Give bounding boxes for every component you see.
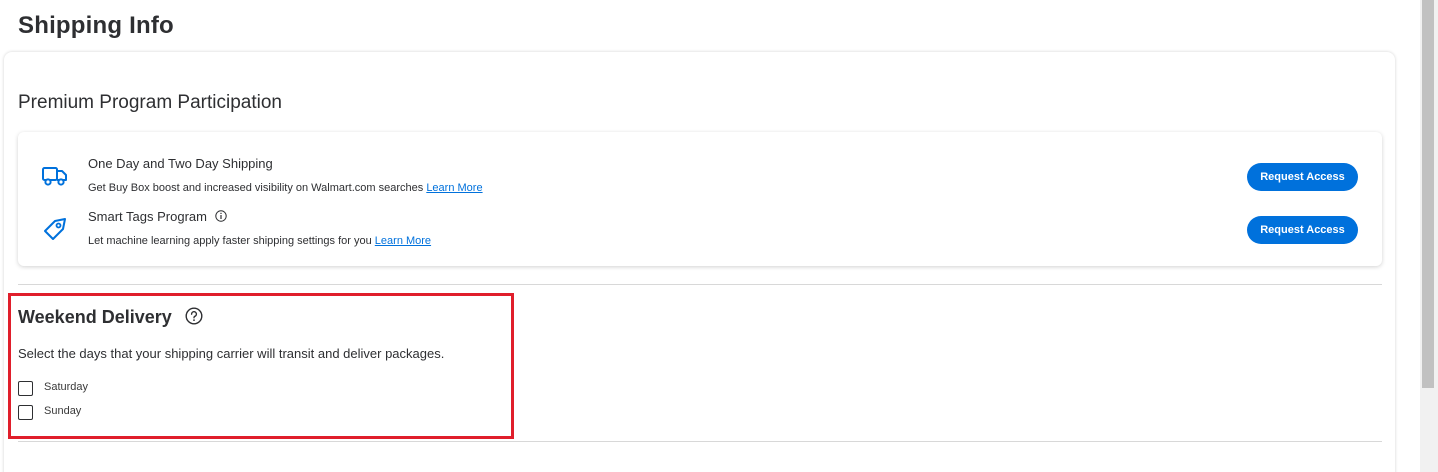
scrollbar[interactable] xyxy=(1420,0,1438,472)
premium-section-title: Premium Program Participation xyxy=(18,92,282,113)
weekend-delivery-title: Weekend Delivery xyxy=(18,307,203,330)
sunday-label[interactable]: Sunday xyxy=(44,405,81,417)
weekend-delivery-title-text: Weekend Delivery xyxy=(18,307,172,327)
learn-more-link[interactable]: Learn More xyxy=(375,235,431,247)
saturday-label[interactable]: Saturday xyxy=(44,381,88,393)
tag-icon xyxy=(40,215,70,243)
request-access-button[interactable]: Request Access xyxy=(1247,216,1358,244)
program-description: Get Buy Box boost and increased visibili… xyxy=(88,182,483,194)
scrollbar-thumb[interactable] xyxy=(1422,0,1434,388)
sunday-checkbox[interactable] xyxy=(18,405,33,420)
program-name-text: Smart Tags Program xyxy=(88,209,207,224)
shipping-card: Premium Program Participation One Day an… xyxy=(4,52,1395,472)
program-name: One Day and Two Day Shipping xyxy=(88,156,273,171)
saturday-checkbox[interactable] xyxy=(18,381,33,396)
request-access-button[interactable]: Request Access xyxy=(1247,163,1358,191)
program-description-text: Let machine learning apply faster shippi… xyxy=(88,235,372,247)
weekend-delivery-description: Select the days that your shipping carri… xyxy=(18,346,445,361)
truck-icon xyxy=(40,162,70,190)
page-title: Shipping Info xyxy=(18,12,174,39)
help-icon[interactable] xyxy=(185,307,203,330)
section-divider xyxy=(18,284,1382,285)
program-row-shipping: One Day and Two Day Shipping Get Buy Box… xyxy=(18,152,1382,196)
program-row-smart-tags: Smart Tags Program Let machine learning … xyxy=(18,205,1382,249)
learn-more-link[interactable]: Learn More xyxy=(426,182,482,194)
premium-programs-box: One Day and Two Day Shipping Get Buy Box… xyxy=(18,132,1382,266)
bottom-divider xyxy=(18,441,1382,442)
page: Shipping Info Premium Program Participat… xyxy=(0,0,1438,472)
program-name: Smart Tags Program xyxy=(88,209,227,225)
info-icon[interactable] xyxy=(214,210,227,225)
program-description-text: Get Buy Box boost and increased visibili… xyxy=(88,182,424,194)
program-description: Let machine learning apply faster shippi… xyxy=(88,235,431,247)
